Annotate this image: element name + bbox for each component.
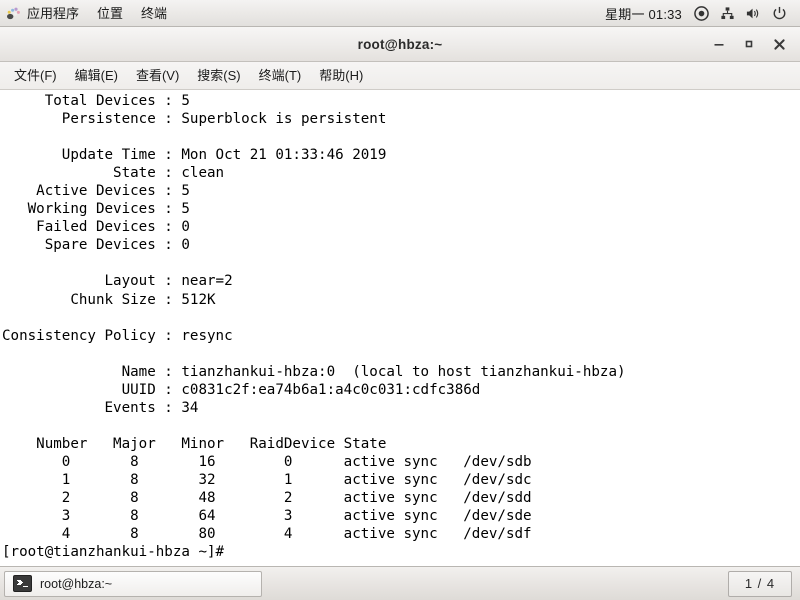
- menu-help[interactable]: 帮助(H): [310, 62, 372, 90]
- top-panel-right: 星期一 01:33: [603, 0, 800, 26]
- taskbar-item-terminal[interactable]: root@hbza:~: [4, 570, 262, 597]
- terminal-menu[interactable]: 终端: [132, 0, 176, 26]
- network-icon[interactable]: [714, 0, 740, 26]
- places-menu-label: 位置: [97, 5, 124, 21]
- record-indicator-icon[interactable]: [688, 0, 714, 26]
- volume-icon[interactable]: [740, 0, 766, 26]
- top-panel: 应用程序 位置 终端 星期一 01:33: [0, 0, 800, 27]
- terminal-output-area[interactable]: Total Devices : 5 Persistence : Superblo…: [0, 90, 800, 566]
- top-panel-left: 应用程序 位置 终端: [0, 0, 176, 26]
- window-controls: [704, 27, 794, 61]
- workspace-switcher[interactable]: 1 / 4: [728, 570, 792, 597]
- maximize-button[interactable]: [734, 31, 764, 57]
- terminal-window: root@hbza:~ 文件(F) 编辑(E) 查看(V) 搜索(S) 终端(T…: [0, 27, 800, 566]
- applications-menu[interactable]: 应用程序: [0, 0, 88, 26]
- menu-terminal[interactable]: 终端(T): [250, 62, 311, 90]
- minimize-button[interactable]: [704, 31, 734, 57]
- bottom-panel: root@hbza:~ 1 / 4: [0, 566, 800, 600]
- clock[interactable]: 星期一 01:33: [603, 4, 688, 23]
- window-title: root@hbza:~: [357, 36, 443, 52]
- terminal-menu-bar: 文件(F) 编辑(E) 查看(V) 搜索(S) 终端(T) 帮助(H): [0, 62, 800, 90]
- terminal-icon: [13, 575, 32, 592]
- taskbar-item-label: root@hbza:~: [40, 576, 113, 591]
- power-icon[interactable]: [766, 0, 792, 26]
- window-title-bar[interactable]: root@hbza:~: [0, 27, 800, 62]
- terminal-menu-label: 终端: [141, 5, 168, 21]
- close-button[interactable]: [764, 31, 794, 57]
- terminal-text: Total Devices : 5 Persistence : Superblo…: [2, 93, 626, 561]
- applications-menu-label: 应用程序: [27, 5, 80, 21]
- gnome-applications-icon: [6, 5, 22, 21]
- menu-view[interactable]: 查看(V): [127, 62, 188, 90]
- places-menu[interactable]: 位置: [88, 0, 132, 26]
- menu-file[interactable]: 文件(F): [5, 62, 66, 90]
- menu-edit[interactable]: 编辑(E): [66, 62, 127, 90]
- menu-search[interactable]: 搜索(S): [188, 62, 249, 90]
